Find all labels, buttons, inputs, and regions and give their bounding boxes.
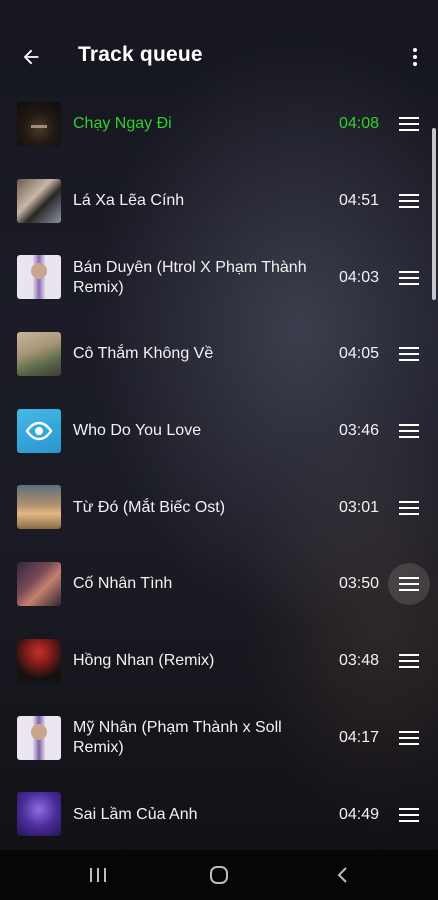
track-queue-list: Chạy Ngay Đi 04:08 Lá Xa Lẽa Cính 04:51 … bbox=[0, 86, 438, 853]
album-art bbox=[17, 408, 61, 453]
album-art bbox=[17, 562, 61, 607]
home-icon bbox=[210, 866, 228, 884]
track-row[interactable]: Từ Đó (Mắt Biếc Ost) 03:01 bbox=[0, 469, 438, 546]
more-vertical-icon bbox=[413, 48, 417, 66]
track-duration: 03:46 bbox=[338, 422, 379, 440]
track-title: Từ Đó (Mắt Biếc Ost) bbox=[73, 498, 226, 516]
track-duration: 03:01 bbox=[338, 498, 379, 516]
track-row[interactable]: Hồng Nhan (Remix) 03:48 bbox=[0, 623, 438, 700]
eye-icon bbox=[25, 421, 53, 440]
track-title: Bán Duyên (Htrol X Phạm Thành Remix) bbox=[73, 258, 307, 296]
track-row[interactable]: Chạy Ngay Đi 04:08 bbox=[0, 86, 438, 163]
drag-handle-icon bbox=[399, 347, 419, 362]
drag-handle-icon bbox=[399, 424, 419, 439]
drag-handle[interactable] bbox=[396, 725, 422, 751]
track-row[interactable]: Cô Thắm Không Về 04:05 bbox=[0, 316, 438, 393]
recents-button[interactable] bbox=[68, 850, 128, 900]
track-duration: 03:50 bbox=[338, 575, 379, 593]
track-title: Hồng Nhan (Remix) bbox=[73, 652, 215, 670]
track-title: Lá Xa Lẽa Cính bbox=[73, 192, 185, 210]
track-duration: 04:03 bbox=[338, 268, 379, 286]
track-title: Mỹ Nhân (Phạm Thành x Soll Remix) bbox=[73, 718, 282, 756]
drag-handle[interactable] bbox=[396, 495, 422, 521]
track-row[interactable]: Bán Duyên (Htrol X Phạm Thành Remix) 04:… bbox=[0, 239, 438, 316]
track-title: Chạy Ngay Đi bbox=[73, 115, 172, 133]
drag-handle[interactable] bbox=[396, 188, 422, 214]
drag-handle[interactable] bbox=[396, 265, 422, 291]
arrow-left-icon bbox=[23, 49, 39, 65]
track-duration: 04:17 bbox=[338, 728, 379, 746]
recents-icon bbox=[90, 868, 106, 882]
drag-handle[interactable] bbox=[396, 648, 422, 674]
track-title: Who Do You Love bbox=[73, 422, 202, 440]
drag-handle[interactable] bbox=[396, 418, 422, 444]
track-row[interactable]: Mỹ Nhân (Phạm Thành x Soll Remix) 04:17 bbox=[0, 700, 438, 777]
more-options-button[interactable] bbox=[400, 40, 430, 74]
drag-handle[interactable] bbox=[396, 341, 422, 367]
album-art bbox=[17, 638, 61, 683]
drag-handle-icon bbox=[399, 500, 419, 515]
drag-handle-icon bbox=[399, 270, 419, 285]
drag-handle-icon bbox=[399, 194, 419, 209]
drag-handle-icon bbox=[399, 117, 419, 132]
album-art bbox=[17, 332, 61, 377]
album-art bbox=[17, 485, 61, 530]
drag-handle[interactable] bbox=[388, 563, 430, 606]
album-art bbox=[17, 715, 61, 760]
nav-back-icon bbox=[337, 867, 347, 883]
track-row[interactable]: Cố Nhân Tình 03:50 bbox=[0, 546, 438, 623]
drag-handle[interactable] bbox=[396, 111, 422, 137]
track-title: Cố Nhân Tình bbox=[73, 575, 173, 593]
track-row[interactable]: Lá Xa Lẽa Cính 04:51 bbox=[0, 163, 438, 240]
album-art bbox=[17, 255, 61, 300]
track-row[interactable]: Who Do You Love 03:46 bbox=[0, 393, 438, 470]
track-title: Sai Lầm Của Anh bbox=[73, 805, 198, 823]
scrollbar[interactable] bbox=[432, 128, 436, 300]
album-art bbox=[17, 102, 61, 146]
drag-handle[interactable] bbox=[396, 802, 422, 828]
track-duration: 04:05 bbox=[338, 345, 379, 363]
back-button[interactable] bbox=[14, 40, 48, 74]
track-title: Cô Thắm Không Về bbox=[73, 345, 214, 363]
album-art bbox=[17, 178, 61, 223]
drag-handle-icon bbox=[399, 577, 419, 592]
home-button[interactable] bbox=[189, 850, 249, 900]
nav-back-button[interactable] bbox=[312, 850, 372, 900]
track-duration: 03:48 bbox=[338, 652, 379, 670]
track-duration: 04:08 bbox=[338, 115, 379, 133]
album-art bbox=[17, 792, 61, 837]
track-row[interactable]: Sai Lầm Của Anh 04:49 bbox=[0, 776, 438, 853]
system-navigation-bar bbox=[0, 850, 438, 900]
drag-handle-icon bbox=[399, 654, 419, 669]
track-duration: 04:49 bbox=[338, 805, 379, 823]
page-title: Track queue bbox=[78, 43, 203, 66]
drag-handle-icon bbox=[399, 730, 419, 745]
drag-handle-icon bbox=[399, 807, 419, 822]
track-duration: 04:51 bbox=[338, 192, 379, 210]
